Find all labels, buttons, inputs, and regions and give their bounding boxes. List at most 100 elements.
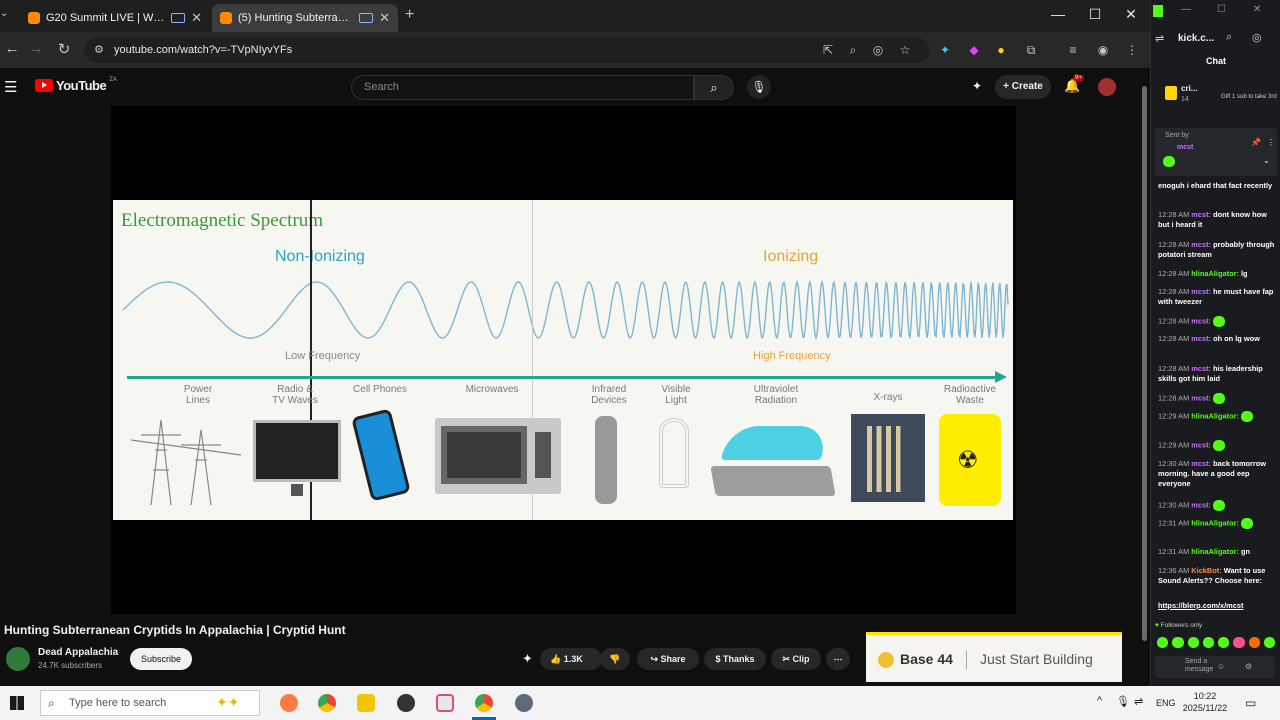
panel-maximize-icon[interactable]: ☐ xyxy=(1217,4,1226,15)
close-window-icon[interactable]: ✕ xyxy=(1121,6,1141,23)
ad-banner[interactable]: Base 44 Just Start Building xyxy=(866,632,1122,682)
chat-username[interactable]: hlinaAligator: xyxy=(1191,547,1239,556)
snipping-tool-icon[interactable] xyxy=(436,694,454,712)
panel-hide-icon[interactable]: ◎ xyxy=(1252,31,1262,44)
back-icon[interactable]: ← xyxy=(0,40,24,57)
dislike-button[interactable]: 👎 xyxy=(600,648,630,670)
tray-overflow-icon[interactable]: ^ xyxy=(1097,695,1102,707)
chat-username[interactable]: hlinaAligator: xyxy=(1191,269,1239,278)
microphone-icon[interactable]: 🎙 xyxy=(1116,695,1130,708)
panel-minimize-icon[interactable]: — xyxy=(1181,4,1191,15)
chat-username[interactable]: mcst: xyxy=(1191,393,1211,402)
more-actions-button[interactable]: ⋯ xyxy=(826,648,850,670)
chat-username[interactable]: mcst: xyxy=(1191,240,1211,249)
obs-app-icon[interactable] xyxy=(397,694,415,712)
chrome-app-icon[interactable] xyxy=(318,694,336,712)
chat-username[interactable]: mcst: xyxy=(1191,459,1211,468)
chat-text[interactable]: https://blerp.com/x/mcst xyxy=(1158,601,1243,610)
extension-3-icon[interactable]: ● xyxy=(992,41,1010,59)
emote-icon[interactable] xyxy=(1202,637,1214,648)
search-highlight-icon[interactable]: ✦✦ xyxy=(216,694,239,711)
close-tab-icon[interactable]: ✕ xyxy=(379,10,390,26)
youtube-logo[interactable]: YouTube ZA xyxy=(35,77,117,93)
emote-icon[interactable] xyxy=(1263,637,1275,648)
search-button[interactable]: ⌕ xyxy=(694,75,734,100)
video-player[interactable]: Electromagnetic Spectrum Non-Ionizing Io… xyxy=(111,106,1016,614)
chat-username[interactable]: mcst: xyxy=(1191,287,1211,296)
system-clock[interactable]: 10:22 2025/11/22 xyxy=(1180,690,1230,714)
pin-icon[interactable]: 📌 xyxy=(1251,138,1261,147)
language-indicator[interactable]: ENG xyxy=(1156,698,1176,708)
file-explorer-icon[interactable] xyxy=(357,694,375,712)
chat-username[interactable]: mcst: xyxy=(1191,364,1211,373)
panel-zoom-icon[interactable]: ⌕ xyxy=(1226,31,1232,44)
share-button[interactable]: ↪ Share xyxy=(637,648,699,670)
install-icon[interactable]: ⇱ xyxy=(819,41,837,59)
scrollbar-thumb[interactable] xyxy=(1142,86,1147,641)
page-scrollbar[interactable] xyxy=(1140,74,1150,684)
chat-username[interactable]: KickBot: xyxy=(1191,566,1221,575)
extensions-puzzle-icon[interactable]: ⧉ xyxy=(1022,41,1040,59)
gift-sub-note[interactable]: Gift 1 sub to take 3rd xyxy=(1221,94,1279,101)
windows-start-icon[interactable] xyxy=(10,696,24,710)
channel-avatar[interactable] xyxy=(6,647,30,671)
panel-settings-icon[interactable]: ⇌ xyxy=(1155,32,1164,45)
chat-username[interactable]: mcst: xyxy=(1191,316,1211,325)
chat-username[interactable]: mcst: xyxy=(1191,334,1211,343)
hamburger-menu-icon[interactable]: ☰ xyxy=(4,78,17,96)
close-tab-icon[interactable]: ✕ xyxy=(191,10,202,26)
voice-search-icon[interactable]: 🎙 xyxy=(747,75,771,99)
pinned-menu-icon[interactable]: ⋮ xyxy=(1267,138,1275,147)
emote-icon[interactable] xyxy=(1157,637,1169,648)
tab-list-chevron-icon[interactable]: ⌄ xyxy=(0,8,12,19)
forward-icon[interactable]: → xyxy=(24,40,48,57)
tab-g20-summit[interactable]: G20 Summit LIVE | World Le ✕ xyxy=(20,4,210,32)
url-input[interactable]: ⚙ youtube.com/watch?v=-TVpNIyvYFs xyxy=(84,37,929,63)
extension-2-icon[interactable]: ◆ xyxy=(965,41,983,59)
emote-icon[interactable] xyxy=(1218,637,1230,648)
tracking-icon[interactable]: ◎ xyxy=(869,41,887,59)
minimize-icon[interactable]: — xyxy=(1048,6,1068,22)
subscribe-button[interactable]: Subscribe xyxy=(130,648,192,670)
search-input[interactable]: Search xyxy=(351,75,694,100)
chat-username[interactable]: mcst: xyxy=(1191,210,1211,219)
zoom-icon[interactable]: ⌕ xyxy=(844,41,862,59)
chrome-active-icon[interactable] xyxy=(475,694,493,712)
network-icon[interactable]: ⇌ xyxy=(1134,695,1143,708)
cast-icon[interactable]: ✦ xyxy=(972,79,982,93)
chat-username[interactable]: hlinaAligator: xyxy=(1191,411,1239,420)
pinned-message[interactable]: Sent by mcst 📌 ⋮ ⌄ xyxy=(1155,128,1277,176)
tab-hunting-subterranean[interactable]: (5) Hunting Subterranean C ✕ xyxy=(212,4,398,32)
chat-username[interactable]: hlinaAligator: xyxy=(1191,518,1239,527)
emote-icon[interactable] xyxy=(1187,637,1199,648)
media-control-icon[interactable]: ≡ xyxy=(1064,41,1082,59)
emoji-picker-icon[interactable]: ☺ xyxy=(1217,662,1225,671)
new-tab-button[interactable]: + xyxy=(405,6,414,24)
create-button[interactable]: + Create xyxy=(995,75,1051,99)
account-avatar[interactable] xyxy=(1098,78,1116,96)
emote-icon[interactable] xyxy=(1233,637,1245,648)
profile-avatar-icon[interactable]: ◉ xyxy=(1094,41,1112,59)
ai-summary-icon[interactable]: ✦ xyxy=(522,651,533,667)
photos-app-icon[interactable] xyxy=(280,694,298,712)
thanks-button[interactable]: $ Thanks xyxy=(704,648,766,670)
maximize-icon[interactable]: ☐ xyxy=(1085,6,1105,23)
send-message-input[interactable]: Send a message ☺ ⚙ xyxy=(1155,656,1275,678)
pinned-expand-icon[interactable]: ⌄ xyxy=(1263,156,1270,165)
panel-close-icon[interactable]: ✕ xyxy=(1253,4,1261,15)
browser-menu-icon[interactable]: ⋮ xyxy=(1123,41,1141,59)
chat-username[interactable]: mcst: xyxy=(1191,500,1211,509)
like-button[interactable]: 👍 1.3K xyxy=(540,648,602,670)
site-info-icon[interactable]: ⚙ xyxy=(94,43,104,56)
send-settings-icon[interactable]: ⚙ xyxy=(1245,662,1252,671)
emote-icon[interactable] xyxy=(1172,637,1184,648)
extension-1-icon[interactable]: ✦ xyxy=(936,41,954,59)
channel-name[interactable]: Dead Appalachia xyxy=(38,647,118,658)
emote-icon[interactable] xyxy=(1248,637,1260,648)
reload-icon[interactable]: ↻ xyxy=(52,40,76,58)
notification-center-icon[interactable]: ▭ xyxy=(1245,696,1256,710)
emote-bar[interactable] xyxy=(1157,637,1275,649)
clip-button[interactable]: ✂ Clip xyxy=(771,648,821,670)
bookmark-star-icon[interactable]: ☆ xyxy=(896,41,914,59)
app-icon[interactable] xyxy=(515,694,533,712)
